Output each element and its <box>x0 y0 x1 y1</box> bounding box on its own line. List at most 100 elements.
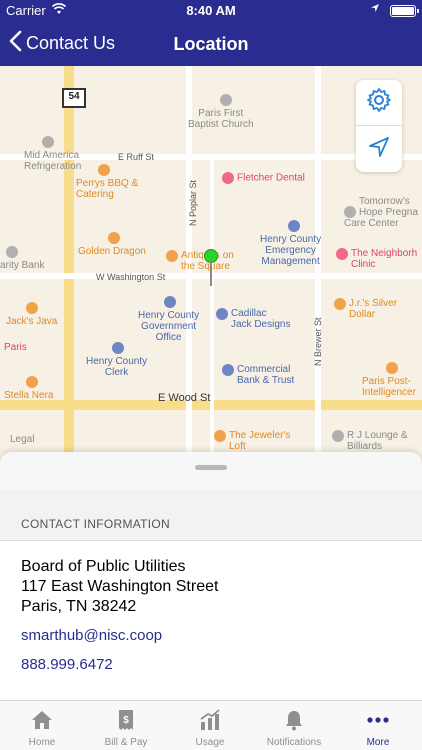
poi-label: J.r.'s Silver Dollar <box>349 298 398 320</box>
current-location-button[interactable] <box>356 126 402 172</box>
poi-label: Cadillac Jack Designs <box>231 308 291 330</box>
tab-label: Home <box>28 737 56 748</box>
status-bar: Carrier 8:40 AM <box>0 0 422 22</box>
poi-icon <box>222 364 234 376</box>
gear-icon <box>366 87 392 118</box>
poi-label: Stella Nera <box>4 390 54 401</box>
map-poi[interactable]: Tomorrow's Hope Pregna Care Center <box>344 196 418 229</box>
map-poi[interactable]: Antiques on the Square <box>166 250 234 272</box>
poi-label: Henry County Emergency Management <box>260 234 322 267</box>
tab-bar: Home $ Bill & Pay Usage Notifications Mo… <box>0 700 422 750</box>
map-poi[interactable]: Jack's Java <box>6 302 57 327</box>
map-poi[interactable]: Stella Nera <box>4 376 53 401</box>
poi-icon <box>6 246 18 258</box>
location-arrow-icon <box>370 3 380 16</box>
map-poi[interactable]: Paris <box>4 342 27 353</box>
poi-icon <box>164 296 176 308</box>
street-label: N Brewer St <box>313 317 323 366</box>
street-label: E Ruff St <box>118 152 154 162</box>
map-poi[interactable]: Golden Dragon <box>78 232 146 257</box>
bill-icon: $ <box>114 708 138 732</box>
poi-icon <box>334 298 346 310</box>
tab-label: Bill & Pay <box>104 737 148 748</box>
poi-label: Paris Post- Intelligencer <box>362 376 416 398</box>
map-poi[interactable]: Henry County Government Office <box>138 296 199 343</box>
tab-usage[interactable]: Usage <box>168 701 252 750</box>
tab-label: More <box>366 737 390 748</box>
poi-label: Commercial Bank & Trust <box>237 364 295 386</box>
poi-label: The Neighborh Clinic <box>351 248 418 270</box>
poi-icon <box>98 164 110 176</box>
clock: 8:40 AM <box>186 3 236 18</box>
bell-icon <box>282 708 306 732</box>
map-settings-button[interactable] <box>356 80 402 126</box>
map-poi[interactable]: Fletcher Dental <box>222 172 305 184</box>
home-icon <box>30 708 54 732</box>
map-poi[interactable]: arity Bank <box>0 246 44 271</box>
usage-chart-icon <box>198 708 222 732</box>
poi-icon <box>108 232 120 244</box>
tab-more[interactable]: More <box>336 701 420 750</box>
street-label: E Wood St <box>158 392 211 404</box>
map-road <box>210 154 214 466</box>
poi-icon <box>42 136 54 148</box>
poi-label: Henry County Government Office <box>138 310 200 343</box>
poi-label: Mid America Refrigeration <box>24 150 82 172</box>
address-line-2: Paris, TN 38242 <box>21 598 137 615</box>
poi-icon <box>336 248 348 260</box>
tab-home[interactable]: Home <box>0 701 84 750</box>
poi-label: Fletcher Dental <box>237 172 305 184</box>
route-shield: 54 <box>62 88 86 108</box>
poi-icon <box>26 302 38 314</box>
phone-link[interactable]: 888.999.6472 <box>21 656 113 673</box>
map-poi[interactable]: Cadillac Jack Designs <box>216 308 290 330</box>
map-poi[interactable]: Paris Post- Intelligencer <box>362 362 416 398</box>
map-poi[interactable]: Paris First Baptist Church <box>188 94 254 130</box>
email-link[interactable]: smarthub@nisc.coop <box>21 627 162 644</box>
tab-notifications[interactable]: Notifications <box>252 701 336 750</box>
tab-label: Usage <box>195 737 225 748</box>
poi-icon <box>216 308 228 320</box>
poi-icon <box>220 94 232 106</box>
section-header: CONTACT INFORMATION <box>0 490 422 540</box>
battery-icon <box>390 5 419 17</box>
poi-label: arity Bank <box>0 260 45 271</box>
contact-info-card: Board of Public Utilities 117 East Washi… <box>0 540 422 700</box>
poi-label: Paris First Baptist Church <box>188 108 254 130</box>
map-poi[interactable]: J.r.'s Silver Dollar <box>334 298 397 320</box>
map-poi[interactable]: The Neighborh Clinic <box>336 248 417 270</box>
svg-text:$: $ <box>123 715 129 726</box>
map-poi[interactable]: Henry County Emergency Management <box>260 220 321 267</box>
map-poi[interactable]: Commercial Bank & Trust <box>222 364 294 386</box>
poi-icon <box>332 430 344 442</box>
map-poi[interactable]: Mid America Refrigeration <box>4 136 81 172</box>
poi-label: Jack's Java <box>6 316 58 327</box>
map-poi[interactable]: Legal <box>10 434 34 445</box>
tab-bill-pay[interactable]: $ Bill & Pay <box>84 701 168 750</box>
poi-label: R J Lounge & Billiards <box>347 430 408 452</box>
map-poi[interactable]: Perrys BBQ & Catering <box>76 164 138 200</box>
map-poi[interactable]: R J Lounge & Billiards <box>332 430 408 452</box>
location-pin[interactable] <box>204 249 218 263</box>
location-arrow-icon <box>367 135 391 164</box>
poi-label: The Jeweler's Loft <box>229 430 291 452</box>
organization-name: Board of Public Utilities <box>21 558 186 575</box>
address-line-1: 117 East Washington Street <box>21 578 219 595</box>
map-controls <box>356 80 402 172</box>
contact-sheet[interactable]: CONTACT INFORMATION Board of Public Util… <box>0 452 422 700</box>
poi-icon <box>26 376 38 388</box>
poi-label: Golden Dragon <box>78 246 146 257</box>
sheet-grabber-handle[interactable] <box>195 465 227 470</box>
section-header-label: CONTACT INFORMATION <box>21 517 171 531</box>
poi-icon <box>112 342 124 354</box>
street-label: N Poplar St <box>188 179 198 226</box>
location-pin-stem <box>210 262 212 286</box>
poi-icon <box>214 430 226 442</box>
poi-icon <box>344 206 356 218</box>
poi-label: Henry County Clerk <box>86 356 148 378</box>
map-poi[interactable]: The Jeweler's Loft <box>214 430 290 452</box>
map-poi[interactable]: Henry County Clerk <box>86 342 147 378</box>
nav-bar: Contact Us Location <box>0 22 422 66</box>
poi-label: Perrys BBQ & Catering <box>76 178 139 200</box>
street-label: W Washington St <box>96 272 166 282</box>
